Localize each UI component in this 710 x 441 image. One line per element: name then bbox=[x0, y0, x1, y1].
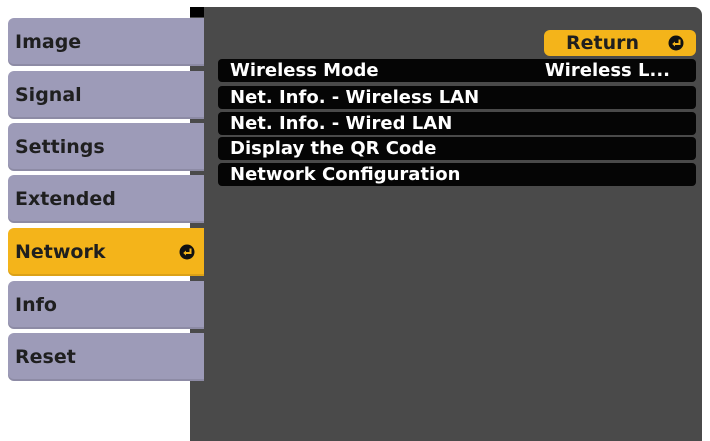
menu-row-label: Network Configuration bbox=[230, 164, 461, 185]
menu-row-value: Wireless L... bbox=[544, 60, 670, 81]
menu-row-net-info-wired[interactable]: Net. Info. - Wired LAN bbox=[218, 112, 696, 135]
menu-row-label: Wireless Mode bbox=[230, 60, 379, 81]
sidebar-item-label: Extended bbox=[15, 188, 116, 210]
menu-row-label: Net. Info. - Wired LAN bbox=[230, 113, 453, 134]
return-button[interactable]: Return bbox=[544, 30, 696, 56]
sidebar-item-label: Settings bbox=[15, 136, 105, 158]
sidebar-item-info[interactable]: Info bbox=[8, 281, 204, 329]
enter-icon bbox=[179, 244, 195, 260]
sidebar-item-label: Signal bbox=[15, 84, 82, 106]
menu-row-display-qr[interactable]: Display the QR Code bbox=[218, 137, 696, 160]
sidebar-item-settings[interactable]: Settings bbox=[8, 123, 204, 171]
menu-row-wireless-mode[interactable]: Wireless Mode Wireless L... bbox=[218, 59, 696, 82]
sidebar-item-image[interactable]: Image bbox=[8, 18, 204, 66]
sidebar-item-network[interactable]: Network bbox=[8, 228, 204, 276]
enter-icon bbox=[668, 35, 684, 51]
sidebar-item-reset[interactable]: Reset bbox=[8, 333, 204, 381]
menu-row-network-configuration[interactable]: Network Configuration bbox=[218, 163, 696, 186]
sidebar-item-label: Network bbox=[15, 241, 106, 263]
sidebar-item-label: Image bbox=[15, 31, 82, 53]
sidebar-item-label: Reset bbox=[15, 346, 76, 368]
sidebar-item-label: Info bbox=[15, 294, 57, 316]
panel-edge bbox=[190, 7, 204, 17]
return-label: Return bbox=[566, 32, 640, 54]
menu-row-label: Display the QR Code bbox=[230, 138, 437, 159]
sidebar-item-extended[interactable]: Extended bbox=[8, 175, 204, 223]
menu-row-label: Net. Info. - Wireless LAN bbox=[230, 87, 480, 108]
sidebar-item-signal[interactable]: Signal bbox=[8, 71, 204, 119]
menu-row-net-info-wireless[interactable]: Net. Info. - Wireless LAN bbox=[218, 86, 696, 109]
